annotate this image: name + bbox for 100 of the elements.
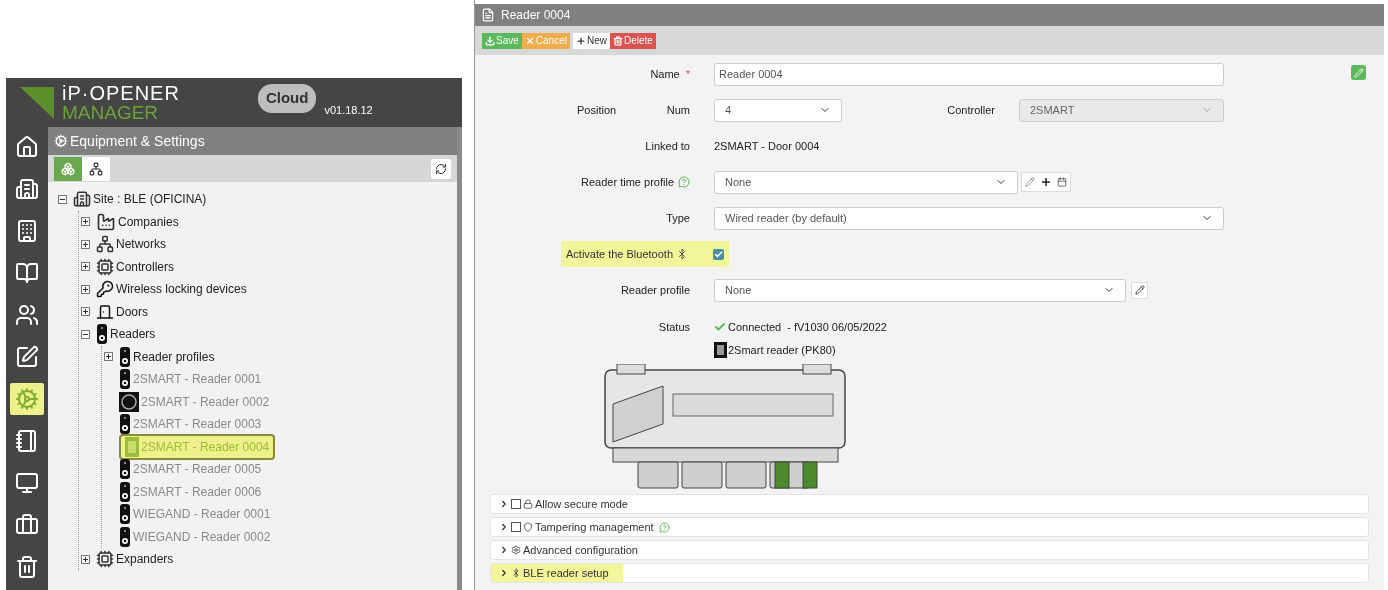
logo-triangle-icon xyxy=(20,86,54,119)
toolbar-button[interactable]: New xyxy=(572,32,610,49)
expand-icon[interactable] xyxy=(80,554,90,564)
logo-text: iP·OPENER xyxy=(62,83,180,103)
chevron-right-icon xyxy=(499,568,509,578)
lock-icon xyxy=(523,499,533,509)
section-checkbox[interactable] xyxy=(511,522,521,532)
pencil-icon xyxy=(1134,285,1145,295)
controller-icon xyxy=(96,550,114,569)
check-icon xyxy=(714,321,726,334)
house-icon xyxy=(15,135,39,159)
calendar-icon xyxy=(1057,177,1067,187)
network-icon xyxy=(96,235,114,254)
reader-icon xyxy=(119,414,131,435)
pencil-icon xyxy=(1025,177,1035,187)
edit-button[interactable] xyxy=(1131,281,1148,299)
tree-item[interactable]: Networks xyxy=(116,235,166,254)
trash-icon xyxy=(15,555,39,579)
briefcase-icon xyxy=(15,513,39,537)
check-icon xyxy=(714,249,723,259)
version-text: v01.18.12 xyxy=(324,103,373,119)
field-label: Linked to xyxy=(645,138,690,154)
network-icon xyxy=(89,161,103,176)
settings-icon xyxy=(15,387,39,411)
field-label: Reader time profile xyxy=(581,174,674,190)
accordion-section[interactable]: Advanced configuration xyxy=(490,540,1369,560)
reader-profile-select[interactable]: None xyxy=(714,278,1126,302)
reader-icon xyxy=(119,504,131,525)
field-label: Position xyxy=(577,102,617,118)
expand-icon[interactable] xyxy=(103,352,113,362)
field-label: Name xyxy=(650,66,680,82)
building-icon xyxy=(15,219,39,243)
bluetooth-label: Activate the Bluetooth xyxy=(566,246,673,262)
field-label: Status xyxy=(658,320,690,333)
toolbar-button[interactable]: Delete xyxy=(609,32,656,49)
expand-icon[interactable] xyxy=(80,262,90,272)
section-checkbox[interactable] xyxy=(511,499,521,509)
notebook-icon xyxy=(15,429,39,453)
building-icon xyxy=(73,190,91,209)
controller-icon xyxy=(96,257,114,276)
tree-item[interactable]: Companies xyxy=(118,212,179,231)
tree-item[interactable]: Site : BLE (OFICINA) xyxy=(93,190,207,209)
close-icon xyxy=(524,35,535,46)
bluetooth-checkbox[interactable] xyxy=(713,248,724,260)
expand-icon[interactable] xyxy=(80,307,90,317)
field-label: Type xyxy=(666,210,690,226)
factory-icon xyxy=(96,211,116,232)
linked-door-text: 2SMART - Door 0004 xyxy=(714,138,820,154)
gears-icon xyxy=(54,134,68,148)
tree-item[interactable]: Expanders xyxy=(116,550,174,569)
round-reader-icon xyxy=(119,391,139,412)
tree-item[interactable]: Doors xyxy=(116,302,148,321)
section-title: Allow secure mode xyxy=(535,496,628,512)
chevron-right-icon xyxy=(499,522,509,532)
collapse-icon[interactable] xyxy=(80,329,90,339)
status-text: Connected xyxy=(728,320,782,335)
reader-icon xyxy=(119,526,131,547)
users-icon xyxy=(15,303,39,327)
field-label: Controller xyxy=(947,102,995,118)
section-title: Advanced configuration xyxy=(523,542,638,558)
shield-icon xyxy=(523,522,533,532)
pencil-icon xyxy=(1353,67,1364,78)
view-toggle-button[interactable] xyxy=(54,156,82,181)
refresh-button[interactable] xyxy=(431,158,451,179)
expand-icon[interactable] xyxy=(80,217,90,227)
edit-icon xyxy=(15,345,39,369)
tree-item[interactable]: Readers xyxy=(110,325,156,344)
document-icon xyxy=(481,8,495,22)
required-mark: * xyxy=(685,66,690,82)
tree-item[interactable]: Controllers xyxy=(116,257,175,276)
boxes-icon xyxy=(61,161,75,176)
refresh-icon xyxy=(435,162,447,175)
view-toggle-button[interactable] xyxy=(82,156,110,181)
type-select[interactable]: Wired reader (by default) xyxy=(714,206,1224,230)
chevron-right-icon xyxy=(499,499,509,509)
field-label: Num xyxy=(666,102,690,118)
cloud-badge: Cloud xyxy=(257,84,317,113)
reader-icon xyxy=(119,346,131,367)
expand-icon[interactable] xyxy=(80,239,90,249)
accordion-section[interactable]: BLE reader setup xyxy=(490,563,1369,583)
num-select[interactable]: 4 xyxy=(714,98,842,122)
logo-subtext: MANAGER xyxy=(62,103,160,122)
bluetooth-icon xyxy=(676,248,688,260)
section-title: Tampering management xyxy=(535,519,654,535)
keypad-reader-icon xyxy=(125,436,139,457)
tree-item[interactable]: Reader profiles xyxy=(133,347,215,366)
door-icon xyxy=(96,302,114,321)
accordion-section[interactable]: Allow secure mode xyxy=(490,494,1369,514)
download-icon xyxy=(485,35,495,46)
collapse-icon[interactable] xyxy=(57,194,67,204)
expand-icon[interactable] xyxy=(80,284,90,294)
tree-item[interactable]: Wireless locking devices xyxy=(116,280,247,299)
gear-icon xyxy=(511,545,521,555)
accordion-section[interactable]: Tampering management xyxy=(490,517,1369,537)
time-profile-select[interactable]: None xyxy=(714,170,1018,194)
name-input[interactable]: Reader 0004 xyxy=(714,62,1224,86)
reader-icon xyxy=(119,369,131,390)
plus-icon xyxy=(575,35,586,46)
building-icon xyxy=(15,177,39,201)
device-model-text: 2Smart reader (PK80) xyxy=(728,342,836,358)
